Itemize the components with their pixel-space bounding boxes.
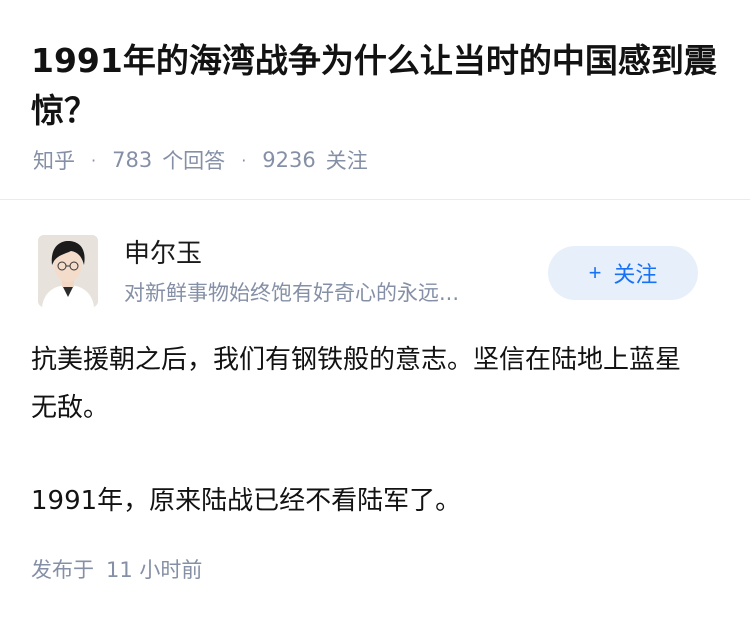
author-name[interactable]: 申尔玉 [124, 236, 202, 272]
source-label[interactable]: 知乎 [33, 145, 75, 175]
answer-count: 783 [112, 148, 153, 172]
answer-paragraph: 1991年，原来陆战已经不看陆军了。 [31, 486, 462, 516]
plus-icon: + [588, 260, 602, 285]
avatar-portrait-icon [38, 235, 98, 307]
author-avatar[interactable] [38, 235, 98, 307]
question-title[interactable]: 1991年的海湾战争为什么让当时的中国感到震惊？ [31, 36, 731, 136]
question-meta: 知乎 · 783 个回答 · 9236 关注 [33, 146, 368, 174]
follow-button[interactable]: + 关注 [548, 246, 698, 300]
published-time: 11 小时前 [106, 558, 203, 582]
answer-count-label: 个回答 [162, 149, 226, 173]
zhihu-answer-page: 1991年的海湾战争为什么让当时的中国感到震惊？ 知乎 · 783 个回答 · … [0, 0, 750, 622]
answer-publish-info: 发布于 11 小时前 [31, 554, 202, 584]
answer-paragraph: 抗美援朝之后，我们有钢铁般的意志。坚信在陆地上蓝星无敌。 [31, 345, 682, 423]
follow-button-label: 关注 [613, 262, 658, 287]
follower-count: 9236 [262, 148, 316, 172]
published-label: 发布于 [31, 558, 94, 582]
author-bio: 对新鲜事物始终饱有好奇心的永远... [124, 281, 460, 305]
meta-separator: · [241, 150, 247, 170]
answer-content: 抗美援朝之后，我们有钢铁般的意志。坚信在陆地上蓝星无敌。 1991年，原来陆战已… [31, 336, 721, 525]
section-divider [0, 199, 750, 200]
follower-count-label: 关注 [325, 149, 368, 173]
meta-separator: · [91, 150, 97, 170]
